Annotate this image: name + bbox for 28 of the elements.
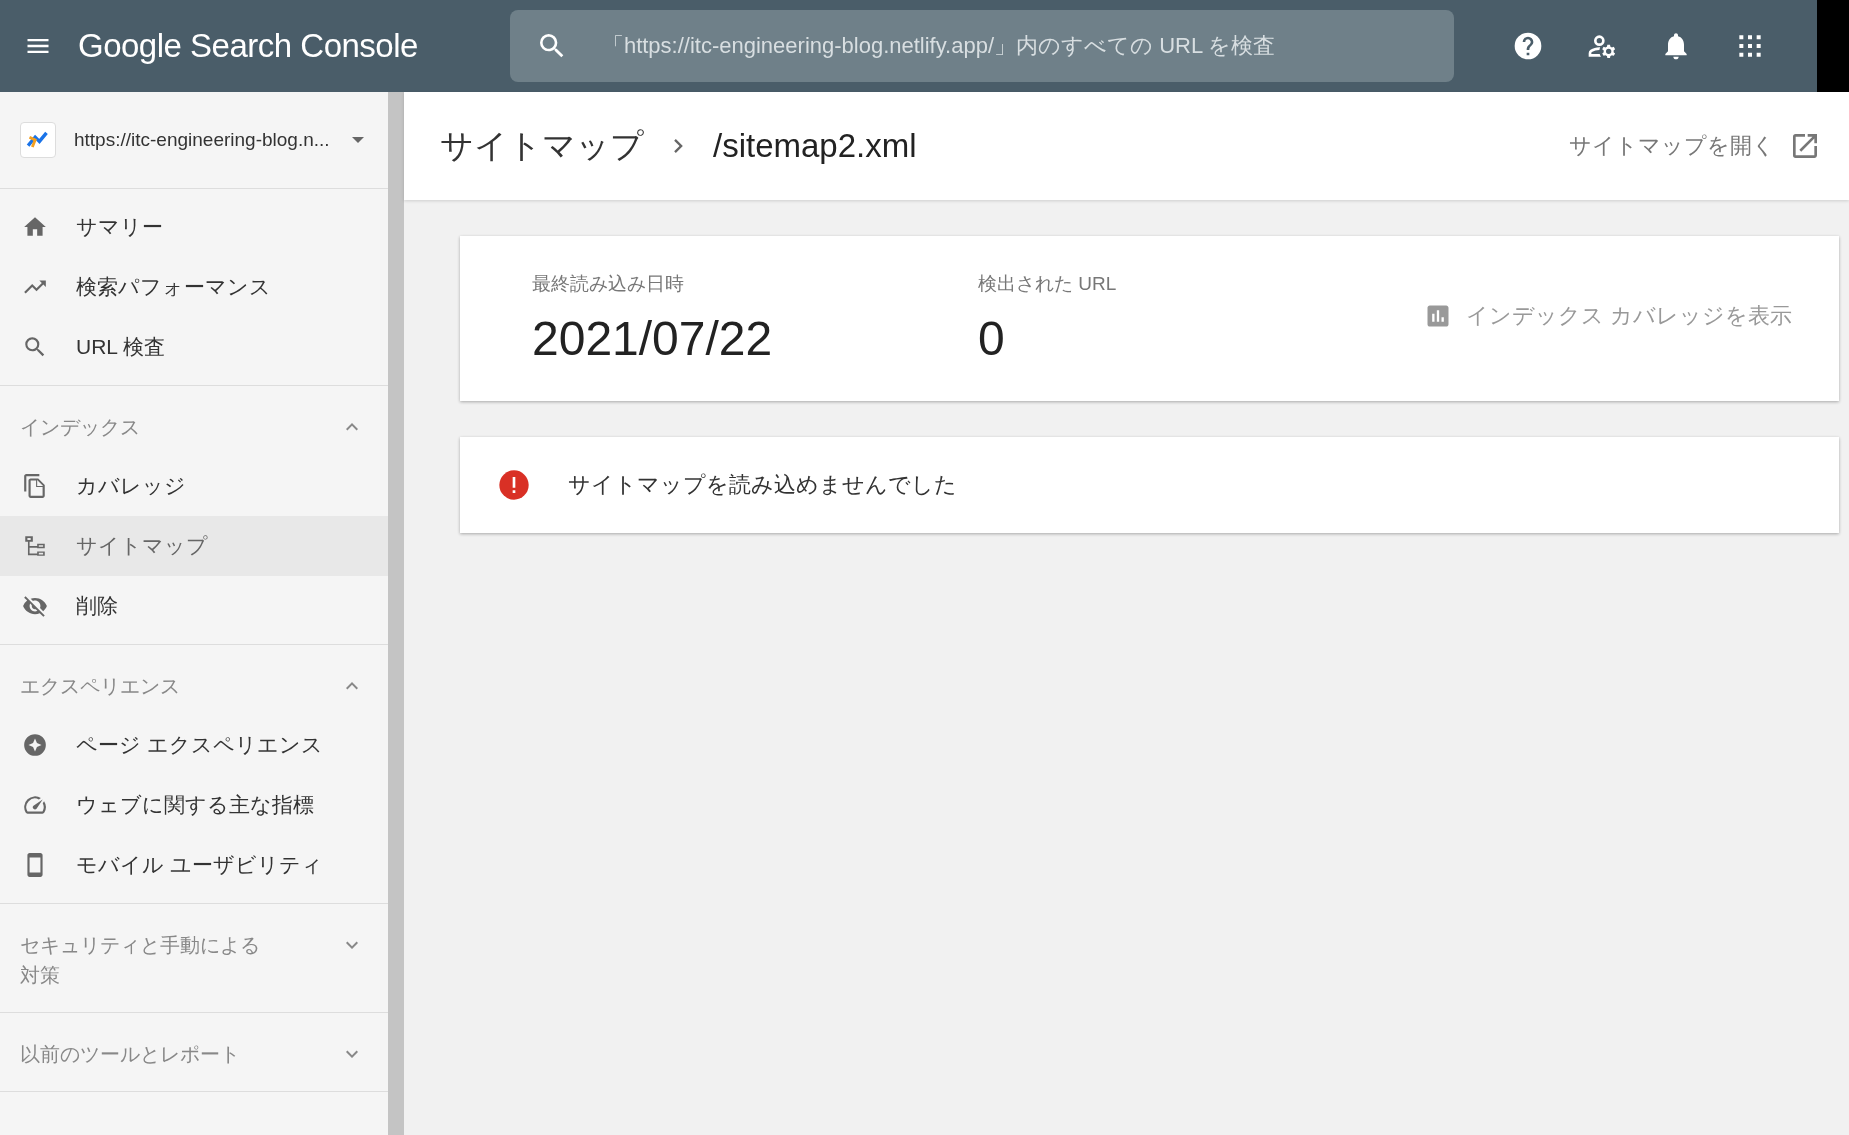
- sidebar-item[interactable]: サイトマップ: [0, 516, 388, 576]
- site-favicon-icon: [20, 122, 56, 158]
- sidebar-item[interactable]: サマリー: [0, 197, 388, 257]
- app-title: Google Search Console: [78, 27, 418, 65]
- chevron-right-icon: [674, 139, 683, 153]
- nav-icon: [22, 593, 48, 619]
- property-selector[interactable]: https://itc-engineering-blog.n...: [0, 92, 388, 189]
- nav-icon: [22, 732, 48, 758]
- sidebar-item[interactable]: ウェブに関する主な指標: [0, 775, 388, 835]
- search-field[interactable]: 「https://itc-engineering-blog.netlify.app/」内のすべての URL を検査: [509, 10, 1454, 82]
- error-message: サイトマップを読み込めませんでした: [568, 471, 957, 499]
- stat-value: 2021/07/22: [532, 311, 774, 366]
- sidebar-item[interactable]: カバレッジ: [0, 456, 388, 516]
- nav-icon: [22, 533, 48, 559]
- stat-label: 検出された URL: [978, 272, 1118, 296]
- sidebar-item[interactable]: 削除: [0, 576, 388, 636]
- error-icon: [498, 469, 530, 501]
- sidebar-item[interactable]: URL 検査: [0, 317, 388, 377]
- breadcrumb-link[interactable]: サイトマップ: [440, 123, 644, 169]
- stat-label: 最終読み込み日時: [532, 272, 685, 296]
- sidebar-item[interactable]: モバイル ユーザビリティ: [0, 835, 388, 895]
- open-sitemap-link[interactable]: サイトマップを開く: [1569, 130, 1821, 162]
- nav-icon: [22, 473, 48, 499]
- dropdown-caret-icon: [352, 137, 364, 143]
- page-title: /sitemap2.xml: [713, 127, 917, 165]
- stat-value: 0: [978, 311, 1006, 366]
- sidebar-item[interactable]: 検索パフォーマンス: [0, 257, 388, 317]
- sidebar-item[interactable]: ページ エクスペリエンス: [0, 715, 388, 775]
